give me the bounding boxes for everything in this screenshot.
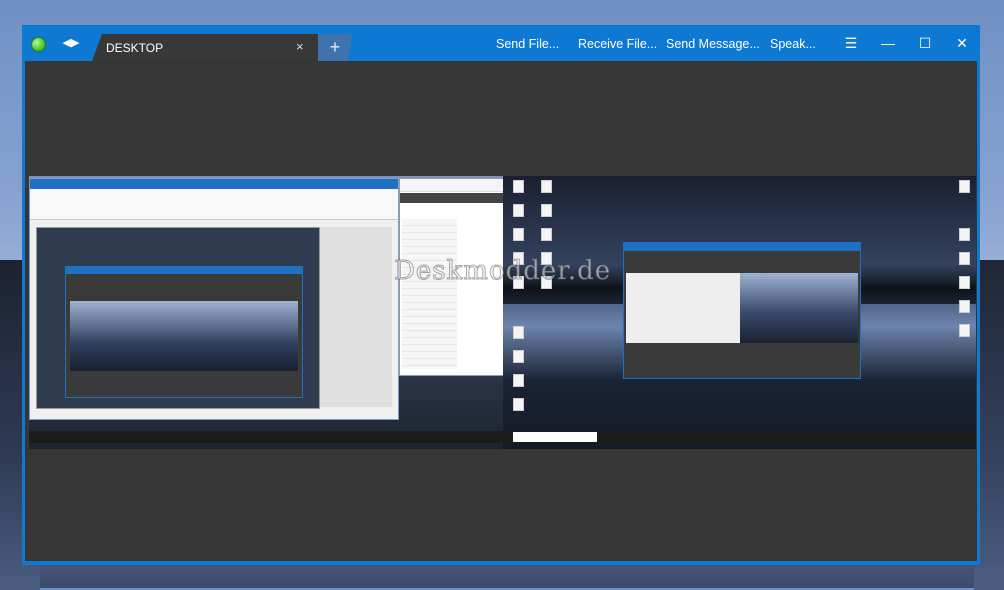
nested-remote-window-thumbnail xyxy=(623,242,861,379)
send-file-button[interactable]: Send File... xyxy=(496,37,559,51)
tab-desktop[interactable]: DESKTOP × xyxy=(92,34,322,61)
new-tab-button[interactable]: + xyxy=(318,34,352,61)
speak-button[interactable]: Speak... xyxy=(770,37,816,51)
remote-desktop-window: ◀▶ DESKTOP × + Send File... Receive File… xyxy=(22,25,980,565)
close-button[interactable]: ✕ xyxy=(951,33,973,53)
menu-icon[interactable]: ☰ xyxy=(840,33,862,53)
tab-label: DESKTOP xyxy=(106,41,164,55)
receive-file-button[interactable]: Receive File... xyxy=(578,37,657,51)
remote-monitor-right xyxy=(503,176,976,449)
minimize-button[interactable]: — xyxy=(877,33,899,53)
remote-screen-image[interactable]: Deskmodder.de xyxy=(29,176,976,449)
remote-taskbar-left xyxy=(29,431,503,443)
maximize-button[interactable]: ☐ xyxy=(914,33,936,53)
send-message-button[interactable]: Send Message... xyxy=(666,37,760,51)
title-bar: ◀▶ DESKTOP × + Send File... Receive File… xyxy=(22,25,980,61)
connection-status-icon[interactable] xyxy=(31,37,46,52)
remote-taskbar-right xyxy=(503,431,976,443)
remote-monitor-left xyxy=(29,176,505,449)
close-tab-icon[interactable]: × xyxy=(296,39,304,54)
watermark: Deskmodder.de xyxy=(393,256,612,287)
swap-screens-icon[interactable]: ◀▶ xyxy=(62,35,80,51)
paint-window-thumbnail xyxy=(29,178,399,420)
remote-viewport[interactable]: Deskmodder.de xyxy=(25,61,977,561)
